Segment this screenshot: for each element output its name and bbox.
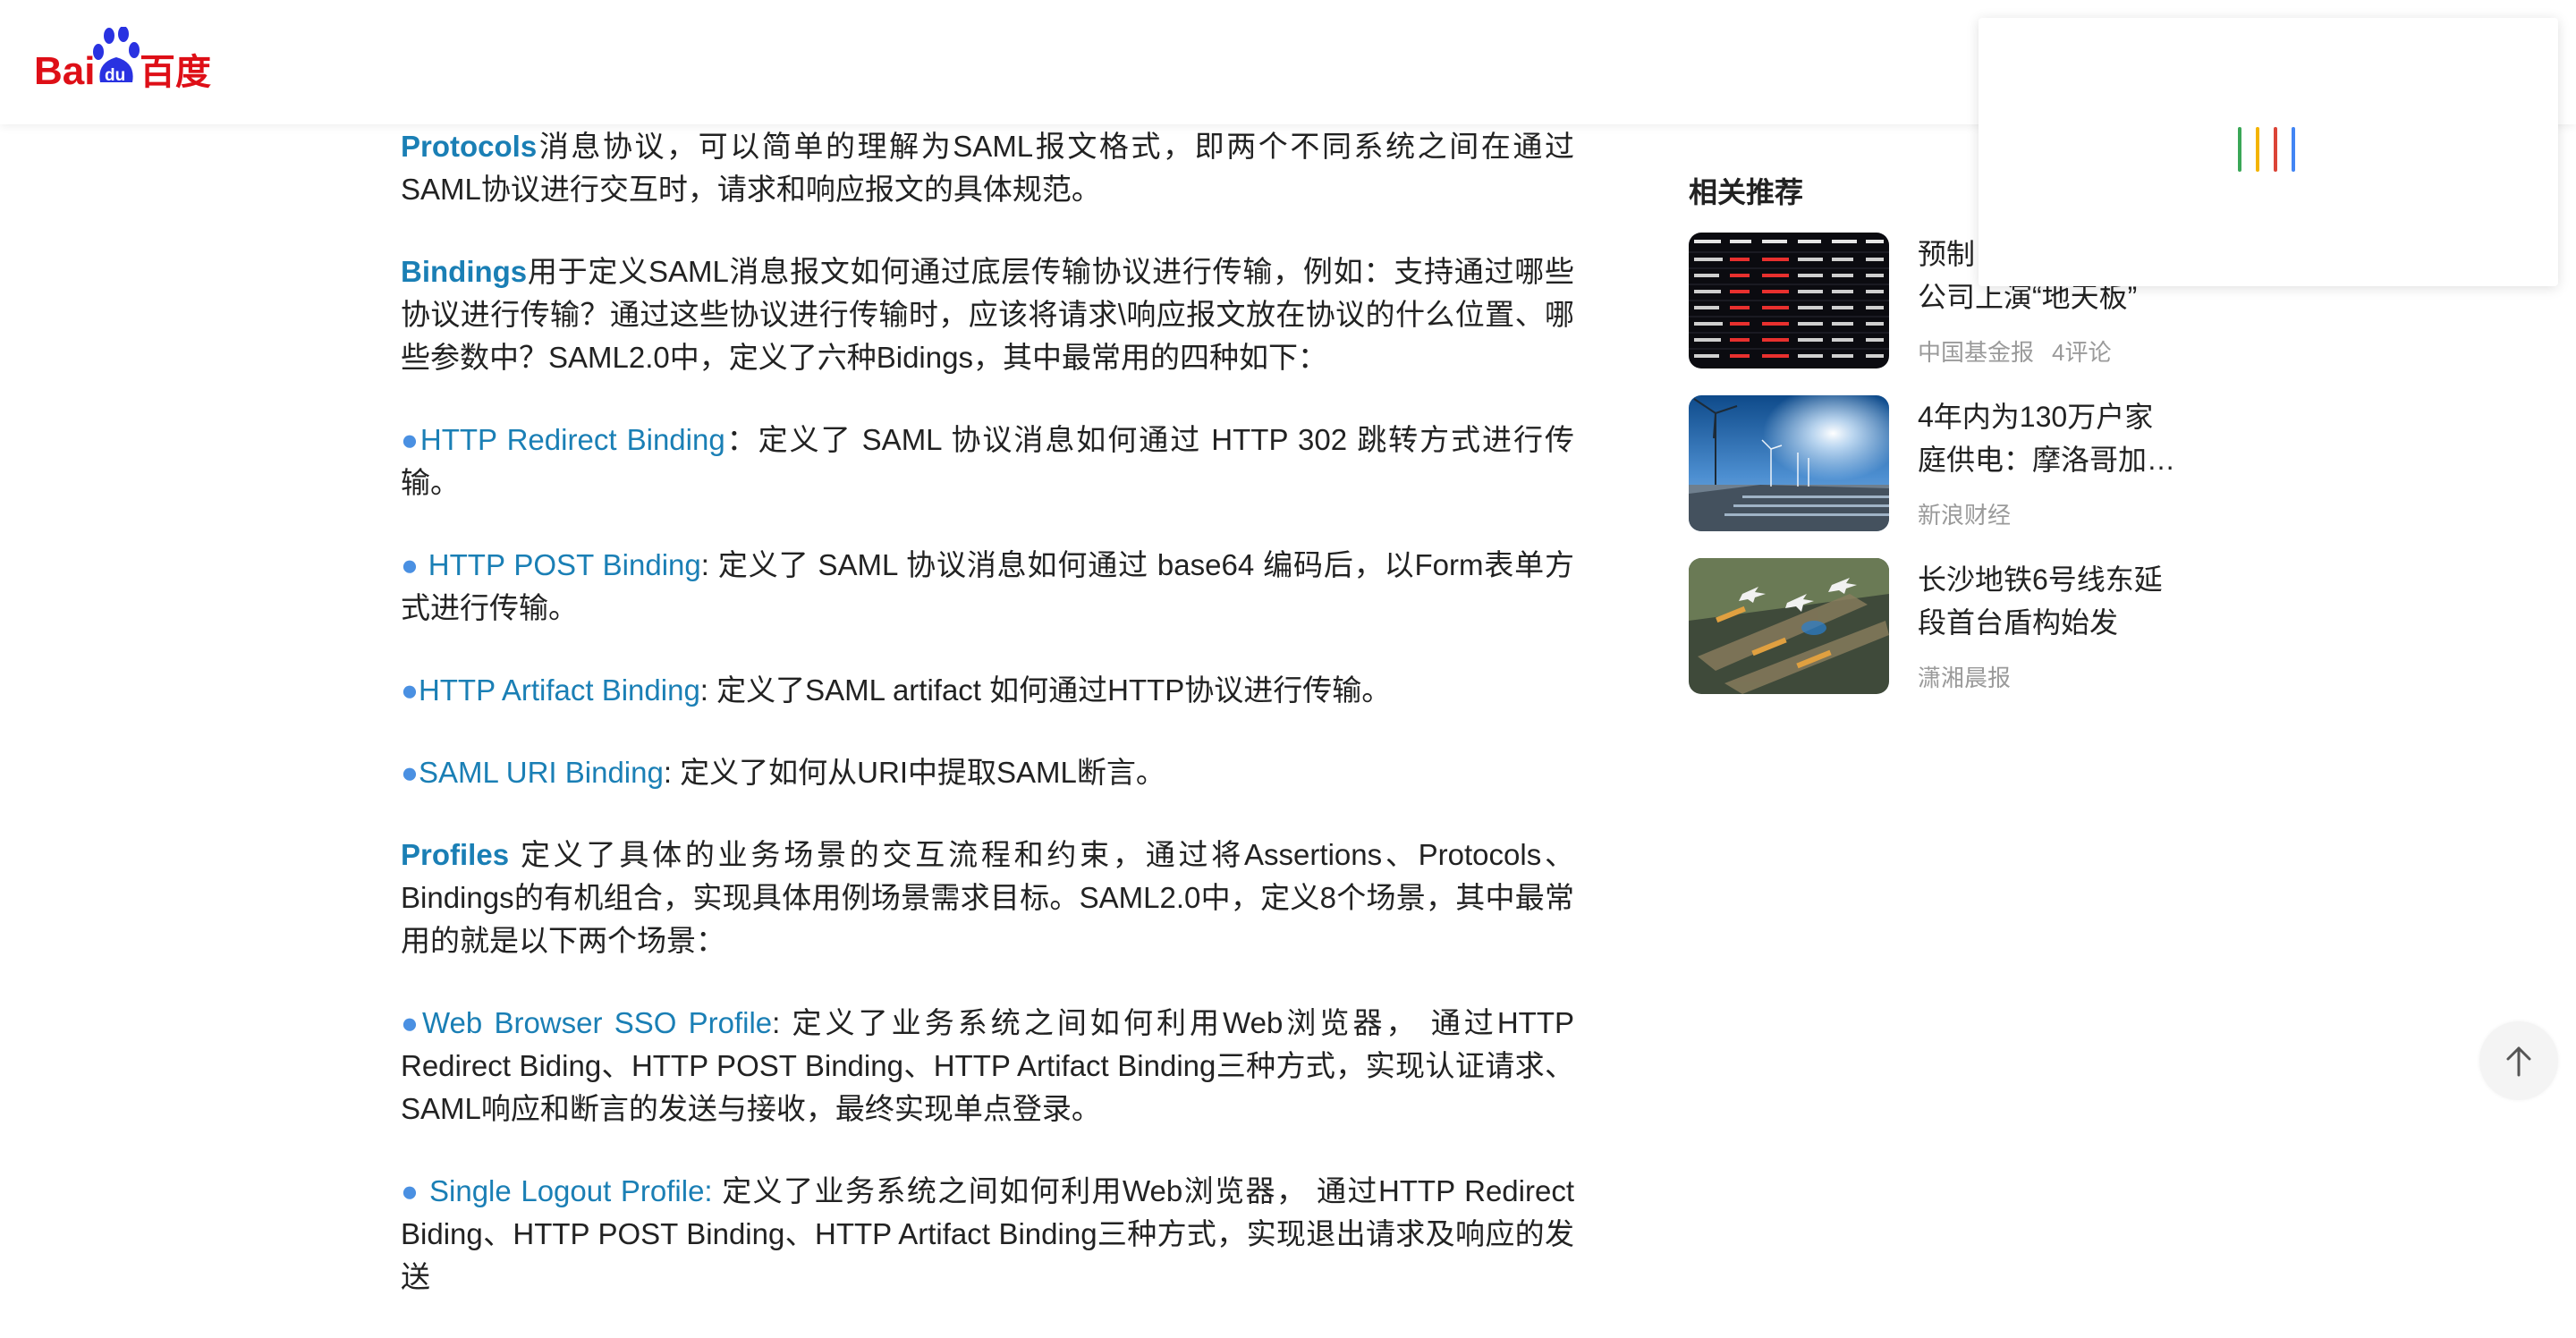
recommend-meta: 中国基金报 4评论 <box>1918 334 2111 368</box>
binding-link[interactable]: HTTP POST Binding <box>428 548 701 581</box>
paw-icon: du <box>93 27 140 85</box>
bullet-icon: ● <box>401 673 419 707</box>
recommend-title-line1: 长沙地铁6号线东延 <box>1918 563 2163 596</box>
svg-text:百度: 百度 <box>140 52 211 91</box>
bindings-term: Bindings <box>401 255 528 288</box>
binding-item: ●HTTP Redirect Binding：定义了 SAML 协议消息如何通过… <box>401 419 1574 504</box>
thumbnail-airport-render[interactable] <box>1689 558 1889 694</box>
binding-item: ●SAML URI Binding: 定义了如何从URI中提取SAML断言。 <box>401 751 1574 794</box>
arrow-up-icon <box>2506 1046 2531 1077</box>
recommend-meta: 新浪财经 <box>1918 497 2011 530</box>
recommend-title-line1: 4年内为130万户家 <box>1918 401 2154 433</box>
protocols-paragraph: Protocols消息协议，可以简单的理解为SAML报文格式，即两个不同系统之间… <box>401 125 1574 211</box>
bullet-icon: ● <box>401 423 420 456</box>
loading-popup <box>1979 18 2558 286</box>
recommend-comments: 4评论 <box>2052 339 2112 366</box>
svg-text:Bai: Bai <box>34 49 95 91</box>
binding-item: ●HTTP Artifact Binding: 定义了SAML artifact… <box>401 669 1574 712</box>
recommend-source: 潇湘晨报 <box>1918 665 2012 691</box>
baidu-logo[interactable]: Bai du 百度 <box>34 27 222 91</box>
binding-item: ● HTTP POST Binding: 定义了 SAML 协议消息如何通过 b… <box>401 544 1574 630</box>
bullet-icon: ● <box>401 1006 422 1039</box>
binding-link[interactable]: SAML URI Binding <box>419 756 664 789</box>
article-body: Protocols消息协议，可以简单的理解为SAML报文格式，即两个不同系统之间… <box>401 125 1574 1338</box>
recommend-item[interactable]: 4年内为130万户家 庭供电：摩洛哥加… 新浪财经 <box>1689 395 2190 531</box>
protocols-text: 消息协议，可以简单的理解为SAML报文格式，即两个不同系统之间在通过SAML协议… <box>401 130 1574 206</box>
profiles-text: 定义了具体的业务场景的交互流程和约束，通过将Assertions、Protoco… <box>401 838 1574 957</box>
thumbnail-wind-turbines[interactable] <box>1689 395 1889 531</box>
bullet-icon: ● <box>401 548 428 581</box>
recommend-title-line2: 庭供电：摩洛哥加… <box>1918 444 2176 476</box>
svg-text:du: du <box>105 66 125 85</box>
recommend-item[interactable]: 长沙地铁6号线东延 段首台盾构始发 潇湘晨报 <box>1689 558 2190 694</box>
loading-indicator-icon <box>2238 127 2301 174</box>
loading-bar <box>2274 127 2277 172</box>
recommend-title[interactable]: 长沙地铁6号线东延 段首台盾构始发 <box>1918 558 2186 644</box>
thumbnail-stock-table[interactable] <box>1689 233 1889 368</box>
profiles-paragraph: Profiles 定义了具体的业务场景的交互流程和约束，通过将Assertion… <box>401 834 1574 962</box>
profile-link[interactable]: Web Browser SSO Profile <box>422 1006 772 1039</box>
loading-bar <box>2238 127 2241 172</box>
binding-text: : 定义了SAML artifact 如何通过HTTP协议进行传输。 <box>699 673 1392 707</box>
related-title: 相关推荐 <box>1689 176 1804 208</box>
binding-text: : 定义了如何从URI中提取SAML断言。 <box>663 756 1165 789</box>
recommend-source: 中国基金报 <box>1918 339 2035 366</box>
binding-link[interactable]: HTTP Artifact Binding <box>419 673 700 707</box>
loading-bar <box>2256 127 2259 172</box>
recommend-title-line2: 段首台盾构始发 <box>1918 606 2119 639</box>
bindings-text: 用于定义SAML消息报文如何通过底层传输协议进行传输，例如：支持通过哪些协议进行… <box>401 255 1574 374</box>
profile-link[interactable]: Single Logout Profile: <box>429 1174 713 1207</box>
binding-link[interactable]: HTTP Redirect Binding <box>420 423 725 456</box>
recommend-title-line1: 预制 <box>1918 238 1976 270</box>
profiles-term: Profiles <box>401 838 510 871</box>
protocols-term: Protocols <box>401 130 538 163</box>
bullet-icon: ● <box>401 756 419 789</box>
loading-bar <box>2292 127 2295 172</box>
recommend-title[interactable]: 4年内为130万户家 庭供电：摩洛哥加… <box>1918 395 2186 481</box>
back-to-top-button[interactable] <box>2479 1021 2558 1100</box>
bindings-paragraph: Bindings用于定义SAML消息报文如何通过底层传输协议进行传输，例如：支持… <box>401 250 1574 379</box>
profile-item: ●Web Browser SSO Profile: 定义了业务系统之间如何利用W… <box>401 1002 1574 1131</box>
bullet-icon: ● <box>401 1174 429 1207</box>
recommend-meta: 潇湘晨报 <box>1918 660 2011 693</box>
recommend-source: 新浪财经 <box>1918 502 2012 529</box>
profile-item: ● Single Logout Profile: 定义了业务系统之间如何利用We… <box>401 1170 1574 1299</box>
